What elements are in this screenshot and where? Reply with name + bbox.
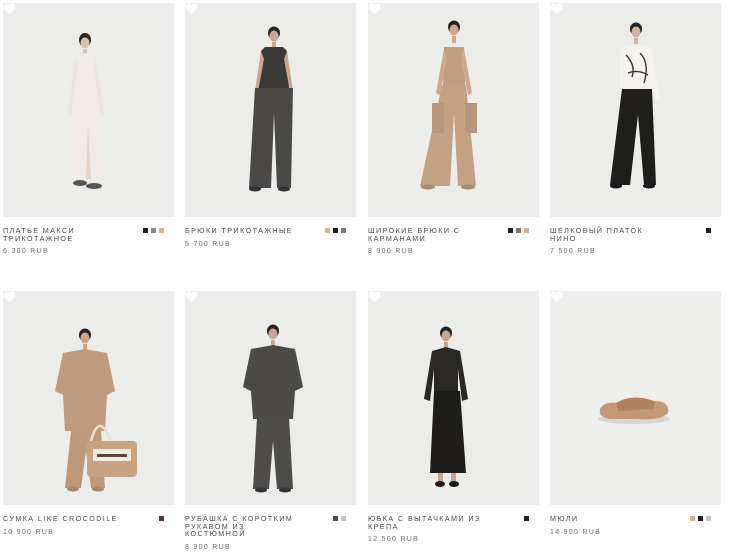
product-name[interactable]: СУМКА LIKE CROCODILE — [3, 515, 121, 523]
color-swatches — [690, 516, 711, 521]
heart-icon[interactable] — [185, 3, 198, 15]
product-card[interactable]: ЮБКА С ВЫТАЧКАМИ ИЗ КРЕПА 12 500 RUB — [368, 291, 539, 559]
color-swatches — [524, 516, 529, 521]
color-swatch[interactable] — [333, 516, 338, 521]
color-swatch[interactable] — [524, 228, 529, 233]
product-name[interactable]: РУБАШКА С КОРОТКИМ РУКАВОМ ИЗ КОСТЮМНОЙ — [185, 515, 303, 538]
heart-icon[interactable] — [368, 291, 381, 303]
product-photo[interactable] — [550, 3, 721, 217]
product-name[interactable]: МЮЛИ — [550, 515, 668, 523]
product-card[interactable]: СУМКА LIKE CROCODILE 10 900 RUB — [3, 291, 174, 559]
product-photo[interactable] — [185, 3, 356, 217]
product-name[interactable]: ПЛАТЬЕ МАКСИ ТРИКОТАЖНОЕ — [3, 227, 121, 242]
product-price: 12 500 RUB — [368, 536, 420, 544]
color-swatch[interactable] — [325, 228, 330, 233]
product-name[interactable]: БРЮКИ ТРИКОТАЖНЫЕ — [185, 227, 303, 235]
color-swatch[interactable] — [698, 516, 703, 521]
color-swatch[interactable] — [341, 516, 346, 521]
color-swatch[interactable] — [341, 228, 346, 233]
product-price: 6 300 RUB — [3, 248, 49, 256]
product-photo[interactable] — [368, 291, 539, 505]
color-swatches — [325, 228, 346, 233]
heart-icon[interactable] — [3, 291, 16, 303]
product-price: 5 700 RUB — [185, 240, 231, 248]
color-swatches — [143, 228, 164, 233]
heart-icon[interactable] — [550, 3, 563, 15]
product-name[interactable]: ШИРОКИЕ БРЮКИ С КАРМАНАМИ — [368, 227, 486, 242]
color-swatch[interactable] — [706, 516, 711, 521]
product-card[interactable]: ПЛАТЬЕ МАКСИ ТРИКОТАЖНОЕ 6 300 RUB — [3, 3, 174, 273]
color-swatch[interactable] — [516, 228, 521, 233]
color-swatch[interactable] — [159, 228, 164, 233]
color-swatches — [159, 516, 164, 521]
heart-icon[interactable] — [3, 3, 16, 15]
product-name[interactable]: ЮБКА С ВЫТАЧКАМИ ИЗ КРЕПА — [368, 515, 486, 530]
product-card[interactable]: ШИРОКИЕ БРЮКИ С КАРМАНАМИ 8 900 RUB — [368, 3, 539, 273]
color-swatches — [508, 228, 529, 233]
color-swatch[interactable] — [143, 228, 148, 233]
color-swatch[interactable] — [690, 516, 695, 521]
color-swatch[interactable] — [524, 516, 529, 521]
heart-icon[interactable] — [368, 3, 381, 15]
product-card[interactable]: РУБАШКА С КОРОТКИМ РУКАВОМ ИЗ КОСТЮМНОЙ … — [185, 291, 356, 559]
product-price: 8 900 RUB — [185, 543, 231, 551]
product-photo[interactable] — [550, 291, 721, 505]
color-swatch[interactable] — [508, 228, 513, 233]
product-name[interactable]: ШЕЛКОВЫЙ ПЛАТОК НИНО — [550, 227, 668, 242]
color-swatches — [333, 516, 346, 521]
product-price: 7 500 RUB — [550, 248, 596, 256]
product-card[interactable]: МЮЛИ 14 900 RUB — [550, 291, 721, 559]
product-price: 14 900 RUB — [550, 528, 602, 536]
color-swatch[interactable] — [151, 228, 156, 233]
heart-icon[interactable] — [185, 291, 198, 303]
product-price: 10 900 RUB — [3, 528, 55, 536]
color-swatch[interactable] — [159, 516, 164, 521]
product-photo[interactable] — [3, 3, 174, 217]
color-swatch[interactable] — [706, 228, 711, 233]
product-photo[interactable] — [185, 291, 356, 505]
product-card[interactable]: ШЕЛКОВЫЙ ПЛАТОК НИНО 7 500 RUB — [550, 3, 721, 273]
heart-icon[interactable] — [550, 291, 563, 303]
product-card[interactable]: БРЮКИ ТРИКОТАЖНЫЕ 5 700 RUB — [185, 3, 356, 273]
color-swatch[interactable] — [333, 228, 338, 233]
product-photo[interactable] — [368, 3, 539, 217]
product-price: 8 900 RUB — [368, 248, 414, 256]
product-photo[interactable] — [3, 291, 174, 505]
color-swatches — [706, 228, 711, 233]
